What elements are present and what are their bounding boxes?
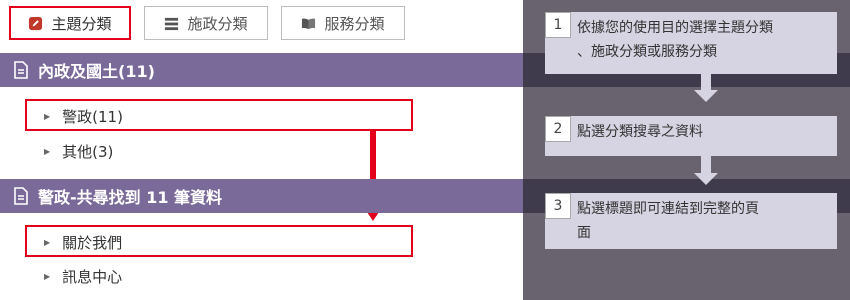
category-item-police[interactable]: ▶ 警政(11)	[44, 106, 123, 127]
tab-label: 主題分類	[51, 14, 112, 33]
guide-down-arrow	[694, 156, 718, 185]
bullet-triangle-icon: ▶	[44, 272, 51, 281]
step-number: 2	[545, 116, 571, 142]
tab-label: 服務分類	[324, 14, 385, 33]
tab-service-category[interactable]: 服務分類	[281, 6, 405, 40]
document-icon	[14, 187, 28, 205]
step-number: 1	[545, 12, 571, 38]
bullet-triangle-icon: ▶	[44, 147, 51, 156]
results-heading: 警政-共尋找到 11 筆資料	[38, 188, 223, 207]
result-item-about[interactable]: ▶ 關於我們	[44, 232, 122, 253]
bullet-triangle-icon: ▶	[44, 112, 51, 121]
pencil-note-icon	[29, 16, 43, 30]
tab-label: 施政分類	[187, 14, 248, 33]
step-text: 點選分類搜尋之資料	[577, 124, 703, 140]
list-icon	[165, 17, 179, 30]
step-text: 點選標題即可連結到完整的頁 面	[577, 201, 759, 241]
bullet-triangle-icon: ▶	[44, 238, 51, 247]
step-text: 依據您的使用目的選擇主題分類 、施政分類或服務分類	[577, 20, 773, 60]
guide-step-3: 3 點選標題即可連結到完整的頁 面	[545, 193, 837, 249]
category-item-other[interactable]: ▶ 其他(3)	[44, 141, 113, 162]
guide-down-arrow	[694, 74, 718, 102]
category-heading: 內政及國土(11)	[38, 62, 155, 81]
step-number: 3	[545, 193, 571, 219]
guide-step-2: 2 點選分類搜尋之資料	[545, 116, 837, 156]
tab-policy-category[interactable]: 施政分類	[144, 6, 268, 40]
guide-step-1: 1 依據您的使用目的選擇主題分類 、施政分類或服務分類	[545, 12, 837, 74]
book-icon	[302, 18, 316, 29]
document-icon	[14, 61, 28, 79]
tab-topic-category[interactable]: 主題分類	[9, 6, 131, 40]
result-item-news[interactable]: ▶ 訊息中心	[44, 266, 122, 287]
